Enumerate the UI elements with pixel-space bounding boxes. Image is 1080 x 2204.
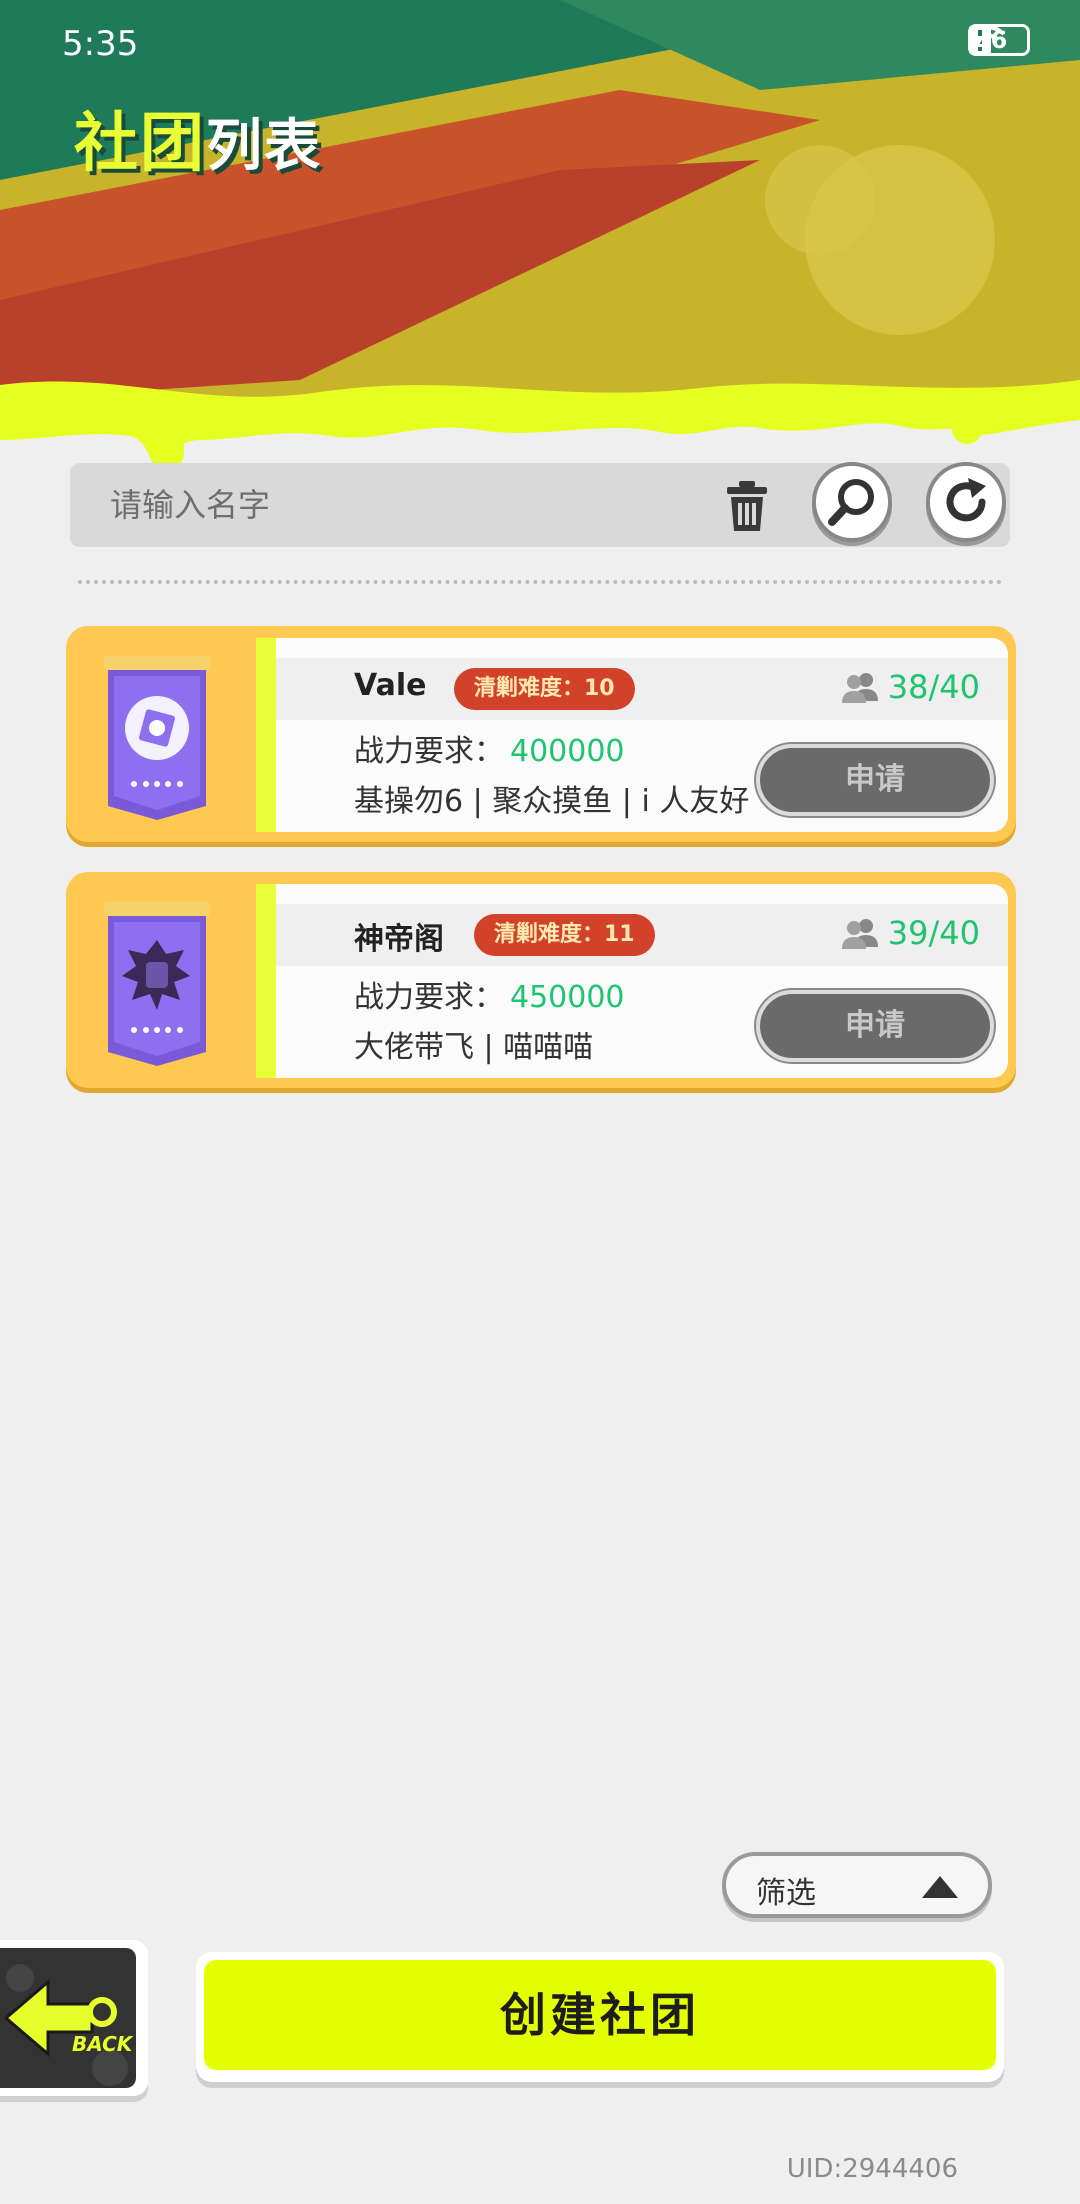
club-emblem-icon [104,656,210,820]
charging-icon [970,24,984,54]
power-label: 战力要求： [354,734,504,769]
status-time: 5:35 [62,24,139,64]
create-club-label: 创建社团 [204,1960,996,2070]
back-button-face: BACK [0,1948,136,2088]
chevron-up-icon [922,1876,958,1898]
power-requirement: 战力要求： 400000 [354,726,625,770]
power-value: 450000 [510,980,625,1015]
refresh-icon [946,478,986,522]
status-bar: 5:35 6 [0,0,1080,90]
search-button[interactable] [812,462,892,542]
difficulty-badge: 清剿难度：11 [474,914,655,956]
club-card[interactable]: Vale 清剿难度：10 38/40 战力要求： 400000 基操勿6 | 聚众… [66,626,1016,842]
member-count: 39/40 [841,914,980,952]
members-icon [841,919,878,949]
club-emblem-icon [104,902,210,1066]
club-motto: 大佬带飞 | 喵喵喵 [354,1030,594,1065]
member-count: 38/40 [841,668,980,706]
filter-button[interactable]: 筛选 [722,1852,992,1918]
divider [78,580,1002,584]
power-value: 400000 [510,734,625,769]
status-icons: 6 [968,24,1030,56]
magnifier-icon [828,479,874,526]
club-motto: 基操勿6 | 聚众摸鱼 | i 人友好 [354,784,750,819]
back-arrow-icon [3,1964,128,2086]
back-button[interactable]: BACK [0,1940,148,2096]
header-banner: 5:35 6 社团列表 [0,0,1080,470]
create-club-button[interactable]: 创建社团 [196,1952,1004,2082]
apply-button[interactable]: 申请 [756,744,994,816]
search-input[interactable] [110,481,670,529]
page-title: 社团列表 [74,92,322,184]
club-name: 神帝阁 [354,922,444,957]
apply-button[interactable]: 申请 [756,990,994,1062]
club-card[interactable]: 神帝阁 清剿难度：11 39/40 战力要求： 450000 大佬带飞 | 喵喵喵… [66,872,1016,1088]
page-title-part2: 列表 [206,114,322,179]
back-label: BACK [72,2032,133,2056]
refresh-button[interactable] [926,462,1006,542]
club-name: Vale [354,668,427,703]
power-requirement: 战力要求： 450000 [354,972,625,1016]
filter-label: 筛选 [756,1876,816,1911]
member-count-value: 38/40 [887,668,980,706]
member-count-value: 39/40 [887,914,980,952]
power-label: 战力要求： [354,980,504,1015]
uid-label: UID:2944406 [786,2154,958,2184]
members-icon [841,673,878,703]
trash-icon[interactable] [725,481,769,533]
difficulty-badge: 清剿难度：10 [454,668,635,710]
page-title-part1: 社团 [74,107,206,181]
